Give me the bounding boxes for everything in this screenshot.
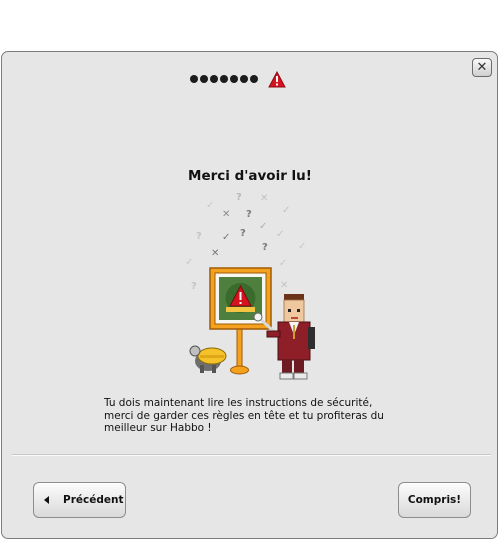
habbo-safety-instructor: ? ✕ ✓ ✕ ? ✓ ✓ ? ✓ ? ✓ ? ✕ ✓ ✓ ✓ ? ✕ bbox=[185, 192, 315, 380]
svg-text:✓: ✓ bbox=[276, 229, 284, 240]
progress-dot bbox=[210, 75, 218, 83]
progress-dot bbox=[190, 75, 198, 83]
svg-text:✓: ✓ bbox=[259, 221, 267, 232]
progress-dot bbox=[240, 75, 248, 83]
svg-text:✕: ✕ bbox=[280, 280, 288, 291]
svg-text:✓: ✓ bbox=[279, 258, 287, 269]
confirm-button-label: Compris! bbox=[407, 494, 462, 506]
close-icon: ✕ bbox=[476, 60, 488, 75]
svg-text:✓: ✓ bbox=[185, 257, 193, 268]
svg-text:?: ? bbox=[240, 228, 246, 239]
svg-text:✕: ✕ bbox=[260, 193, 268, 204]
helmet-pet bbox=[189, 345, 227, 373]
svg-text:✕: ✕ bbox=[222, 209, 230, 220]
svg-text:✓: ✓ bbox=[206, 200, 214, 211]
footer-divider bbox=[12, 454, 491, 455]
svg-text:✓: ✓ bbox=[282, 205, 290, 216]
close-button[interactable]: ✕ bbox=[472, 58, 492, 77]
progress-dot bbox=[200, 75, 208, 83]
svg-text:?: ? bbox=[262, 242, 268, 253]
habbo-character bbox=[266, 294, 315, 380]
svg-text:?: ? bbox=[236, 192, 242, 203]
progress-dot bbox=[220, 75, 228, 83]
svg-text:✓: ✓ bbox=[222, 232, 230, 243]
arrow-left-icon bbox=[44, 496, 49, 504]
dialog-description: Tu dois maintenant lire les instructions… bbox=[104, 397, 384, 434]
dialog-title: Merci d'avoir lu! bbox=[188, 168, 312, 184]
svg-text:?: ? bbox=[196, 231, 202, 242]
svg-text:?: ? bbox=[246, 209, 252, 220]
svg-text:✕: ✕ bbox=[211, 248, 219, 259]
svg-text:?: ? bbox=[191, 281, 197, 292]
svg-text:✓: ✓ bbox=[298, 241, 306, 252]
step-progress bbox=[190, 70, 286, 88]
progress-dot bbox=[250, 75, 258, 83]
confirm-button[interactable]: Compris! bbox=[398, 482, 471, 518]
warning-icon bbox=[268, 70, 286, 87]
previous-button[interactable]: Précédent bbox=[33, 482, 126, 518]
progress-dot bbox=[230, 75, 238, 83]
previous-button-label: Précédent bbox=[63, 494, 124, 506]
